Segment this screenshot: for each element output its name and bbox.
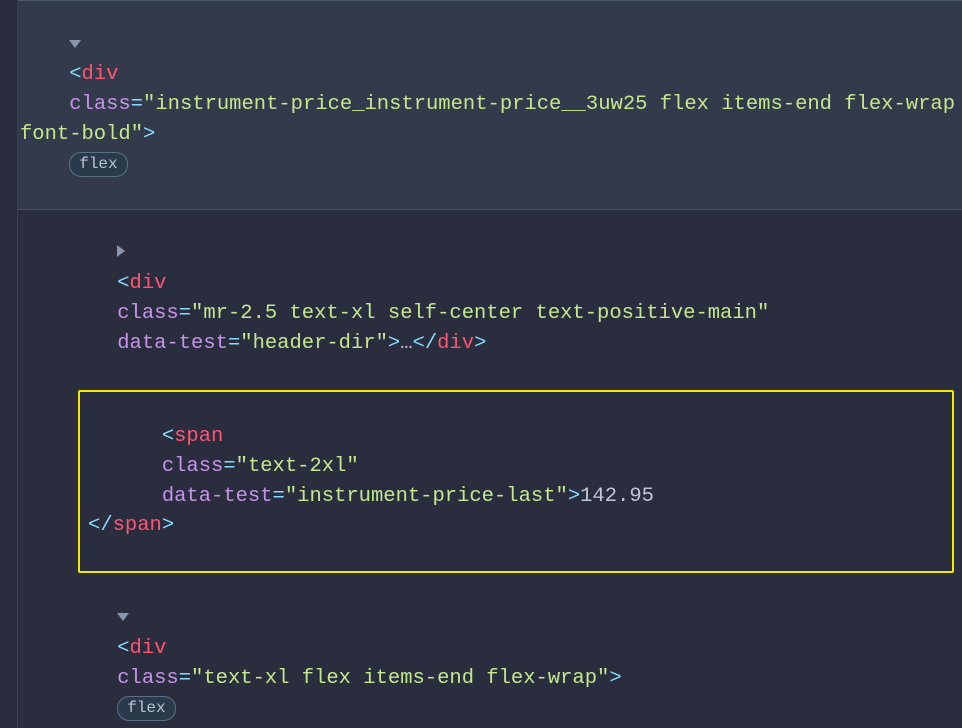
attr-name-class: class: [117, 302, 179, 325]
dom-node[interactable]: <span class="text-2xl" data-test="instru…: [80, 392, 952, 570]
text-node-price-value: 142.95: [580, 485, 654, 508]
angle-open: <: [117, 637, 129, 660]
attr-name-class: class: [117, 667, 179, 690]
attr-value-class: "text-2xl": [236, 455, 359, 478]
tag-name: div: [130, 637, 167, 660]
angle-close: >: [388, 332, 400, 355]
angle-close: >: [143, 123, 155, 146]
attr-name-class: class: [162, 455, 224, 478]
ellipsis-expand[interactable]: …: [400, 332, 412, 355]
angle-close: >: [609, 667, 621, 690]
attr-value-class: "instrument-price_instrument-price__3uw2…: [20, 93, 962, 146]
attr-value-class: "text-xl flex items-end flex-wrap": [191, 667, 609, 690]
gutter: [0, 0, 18, 728]
attr-value-datatest: "instrument-price-last": [285, 485, 568, 508]
slash: /: [100, 514, 112, 537]
devtools-elements-panel: <div class="instrument-price_instrument-…: [0, 0, 962, 728]
attr-name-class: class: [69, 93, 131, 116]
angle-close: >: [162, 514, 174, 537]
angle-open: <: [162, 425, 174, 448]
dom-node[interactable]: <div class="text-xl flex items-end flex-…: [0, 575, 962, 728]
angle-open: <: [88, 514, 100, 537]
angle-open: <: [413, 332, 425, 355]
expand-toggle-icon[interactable]: [69, 40, 81, 48]
tag-name: span: [174, 425, 223, 448]
equals-sign: =: [228, 332, 240, 355]
attr-value-class: "mr-2.5 text-xl self-center text-positiv…: [191, 302, 769, 325]
dom-node[interactable]: <div class="mr-2.5 text-xl self-center t…: [0, 210, 962, 388]
tag-name: div: [130, 272, 167, 295]
attr-value-datatest: "header-dir": [240, 332, 388, 355]
angle-open: <: [117, 272, 129, 295]
attr-name-datatest: data-test: [117, 332, 228, 355]
dom-node-selected[interactable]: <div class="instrument-price_instrument-…: [0, 0, 962, 210]
highlighted-node-price-last: <span class="text-2xl" data-test="instru…: [78, 390, 954, 572]
equals-sign: =: [179, 302, 191, 325]
equals-sign: =: [179, 667, 191, 690]
tag-name: span: [113, 514, 162, 537]
equals-sign: =: [273, 485, 285, 508]
tag-name: div: [82, 63, 119, 86]
flex-badge[interactable]: flex: [69, 152, 127, 177]
angle-close: >: [474, 332, 486, 355]
equals-sign: =: [131, 93, 143, 116]
slash: /: [425, 332, 437, 355]
expand-toggle-icon[interactable]: [117, 613, 129, 621]
flex-badge[interactable]: flex: [117, 696, 175, 721]
expand-toggle-icon[interactable]: [117, 245, 125, 257]
angle-close: >: [568, 485, 580, 508]
tag-name: div: [437, 332, 474, 355]
attr-name-datatest: data-test: [162, 485, 273, 508]
equals-sign: =: [223, 455, 235, 478]
angle-open: <: [69, 63, 81, 86]
